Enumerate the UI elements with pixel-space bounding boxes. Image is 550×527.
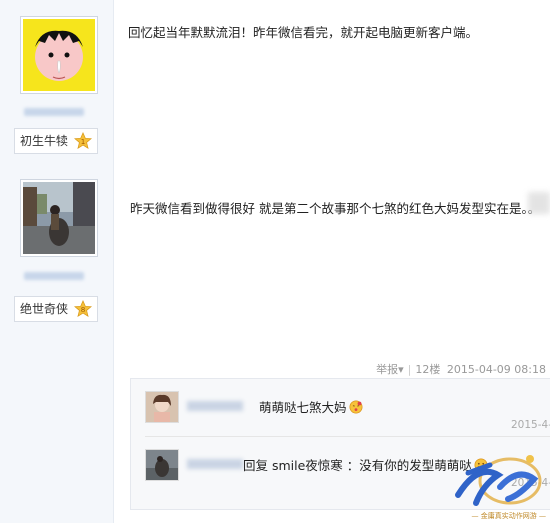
- kiss-emoji-icon: [349, 400, 362, 414]
- blurred-overflow: [528, 192, 550, 214]
- post-meta-bar: 举报▾ | 12楼 2015-04-09 08:18: [376, 361, 546, 377]
- reply-username-blurred[interactable]: [187, 459, 243, 469]
- username-blurred-2[interactable]: [24, 272, 84, 280]
- report-link[interactable]: 举报▾: [376, 363, 404, 376]
- reply-avatar[interactable]: [145, 391, 179, 423]
- level-number: 8: [81, 305, 86, 314]
- rank-badge-1: 初生牛犊 1: [14, 128, 98, 154]
- user-avatar-2[interactable]: [20, 179, 98, 257]
- floor-number: 12楼: [415, 363, 441, 376]
- reply-avatar[interactable]: [145, 449, 179, 481]
- reply-divider: [145, 436, 550, 437]
- photo-avatar: [23, 182, 95, 254]
- reply-item: 萌萌哒七煞大妈 2015-4-9: [145, 391, 550, 431]
- reply-username-blurred[interactable]: [187, 401, 243, 411]
- chevron-down-icon: ▾: [398, 363, 404, 376]
- game-logo-watermark: — 金庸真实动作网游 —: [438, 445, 550, 523]
- post-timestamp: 2015-04-09 08:18: [446, 363, 546, 376]
- cartoon-face-avatar: [23, 19, 95, 91]
- level-number: 1: [81, 137, 86, 146]
- rank-label: 初生牛犊: [20, 134, 69, 148]
- star-level-icon: 1: [74, 132, 92, 149]
- user-avatar-1[interactable]: [20, 16, 98, 94]
- post-content-2: 昨天微信看到做得很好 就是第二个故事那个七煞的红色大妈发型实在是。。: [130, 201, 541, 216]
- reply-avatar-photo: [146, 392, 178, 422]
- reply-timestamp: 2015-4-9: [511, 419, 550, 431]
- username-blurred-1[interactable]: [24, 108, 84, 116]
- reply-text: 萌萌哒七煞大妈: [259, 397, 363, 416]
- meta-separator: |: [407, 363, 412, 376]
- logo-caption: — 金庸真实动作网游 —: [471, 512, 546, 520]
- post-content-1: 回忆起当年默默流泪！昨年微信看完，就开起电脑更新客户端。: [128, 25, 479, 40]
- rank-label: 绝世奇侠: [20, 302, 69, 316]
- rank-badge-2: 绝世奇侠 8: [14, 296, 98, 322]
- reply-avatar-photo: [146, 450, 178, 480]
- star-level-icon: 8: [74, 300, 92, 317]
